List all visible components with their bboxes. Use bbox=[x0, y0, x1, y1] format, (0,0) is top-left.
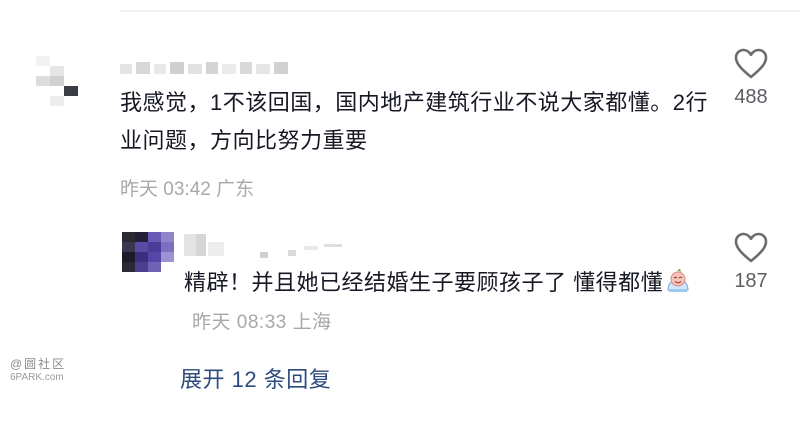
reply-meta: 昨天 08:33 上海 bbox=[192, 312, 332, 333]
username[interactable] bbox=[120, 62, 300, 76]
watermark-line2: 6PARK.com bbox=[10, 372, 64, 383]
like-count: 488 bbox=[734, 86, 768, 108]
reply-body: 精辟！并且她已经结婚生子要顾孩子了 懂得都懂 bbox=[184, 270, 664, 295]
avatar[interactable] bbox=[36, 56, 78, 106]
top-divider bbox=[120, 10, 800, 12]
watermark-line1: @圆社区 bbox=[10, 357, 67, 371]
like-button[interactable]: 187 bbox=[716, 232, 786, 293]
heart-icon bbox=[734, 232, 768, 263]
comment-meta: 昨天 03:42 广东 bbox=[120, 179, 255, 200]
like-button[interactable]: 488 bbox=[716, 48, 786, 109]
avatar[interactable] bbox=[122, 232, 174, 272]
heart-icon bbox=[734, 48, 768, 79]
expand-replies-link[interactable]: 展开 12 条回复 bbox=[180, 362, 331, 394]
reply-text: 精辟！并且她已经结婚生子要顾孩子了 懂得都懂 昨天 08:33 上海 bbox=[184, 264, 704, 342]
watermark: @圆社区 6PARK.com bbox=[10, 358, 66, 384]
username[interactable] bbox=[184, 234, 354, 258]
comment-text: 我感觉，1不该回国，国内地产建筑行业不说大家都懂。2行业问题，方向比努力重要 bbox=[120, 90, 708, 153]
like-count: 187 bbox=[734, 270, 768, 292]
crying-laughing-emoji-icon bbox=[667, 269, 689, 292]
